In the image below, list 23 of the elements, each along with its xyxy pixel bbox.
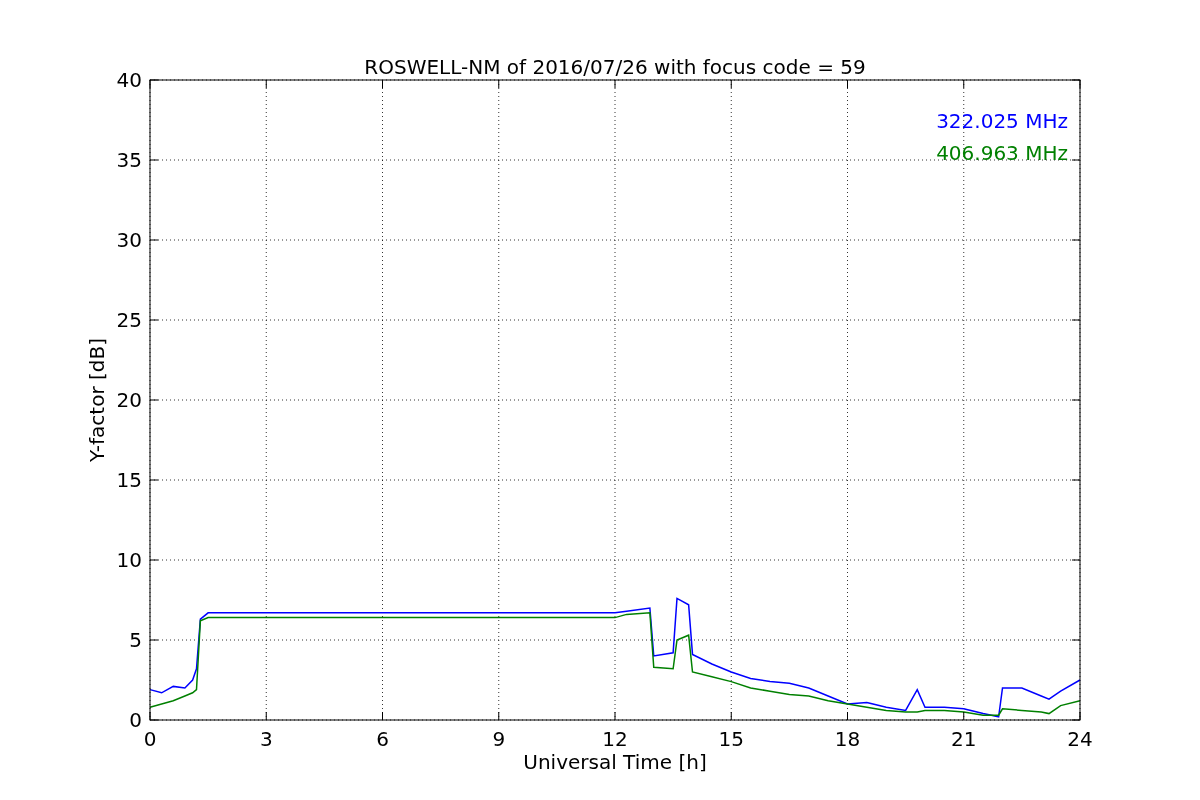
y-tick-label: 15	[116, 468, 142, 492]
y-axis-label: Y-factor [dB]	[85, 338, 109, 462]
x-tick-label: 15	[718, 727, 744, 751]
legend-label: 406.963 MHz	[936, 141, 1068, 165]
y-tick-label: 10	[116, 548, 142, 572]
y-tick-label: 0	[129, 708, 142, 732]
y-tick-label: 30	[116, 228, 142, 252]
y-tick-label: 40	[116, 68, 142, 92]
chart-title: ROSWELL-NM of 2016/07/26 with focus code = 59	[364, 55, 866, 79]
x-tick-label: 12	[602, 727, 628, 751]
x-tick-label: 0	[143, 727, 157, 751]
y-tick-label: 20	[116, 388, 142, 412]
x-tick-label: 24	[1067, 727, 1093, 751]
y-tick-label: 25	[116, 308, 142, 332]
x-tick-label: 9	[492, 727, 506, 751]
x-tick-label: 3	[259, 727, 273, 751]
x-tick-label: 21	[951, 727, 977, 751]
x-tick-label: 6	[376, 727, 389, 751]
y-tick-label: 35	[116, 148, 142, 172]
legend-label: 322.025 MHz	[936, 109, 1068, 133]
y-tick-label: 5	[129, 628, 142, 652]
x-axis-label: Universal Time [h]	[523, 750, 707, 774]
x-tick-label: 18	[834, 727, 861, 751]
